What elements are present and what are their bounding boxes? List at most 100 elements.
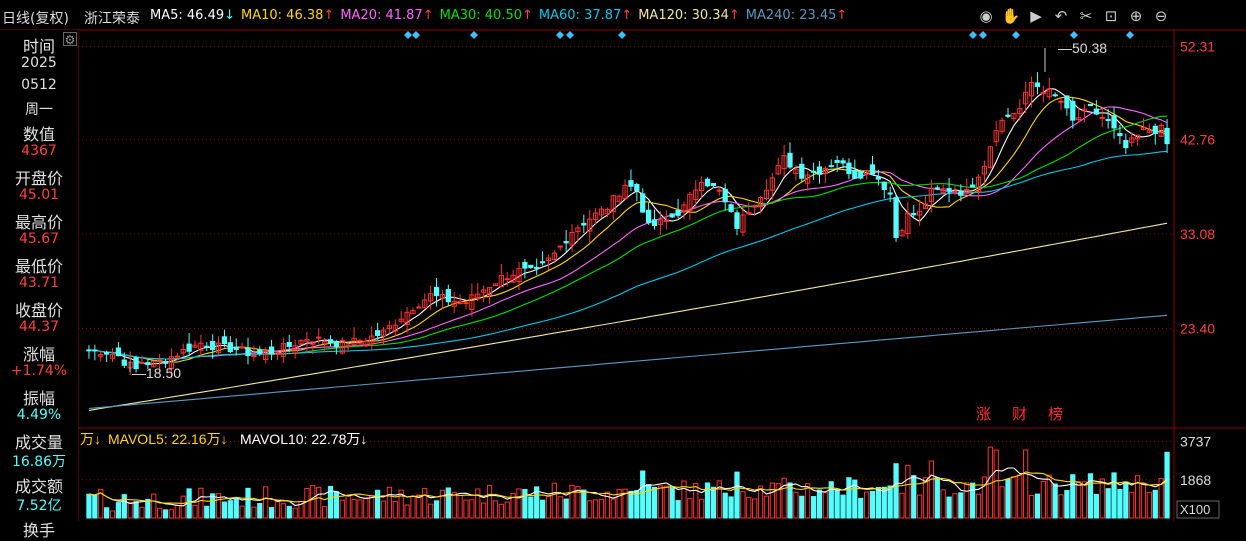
candle[interactable]: [221, 329, 228, 348]
candle[interactable]: [410, 307, 416, 315]
volume-bar[interactable]: [828, 481, 834, 519]
candle[interactable]: [1005, 107, 1011, 118]
volume-bar[interactable]: [592, 499, 599, 519]
candle[interactable]: [822, 166, 828, 184]
volume-bar[interactable]: [345, 494, 351, 519]
volume-bar[interactable]: [669, 487, 675, 519]
volume-bar[interactable]: [439, 489, 446, 519]
volume-bar[interactable]: [374, 489, 381, 519]
candle[interactable]: [392, 319, 398, 337]
signal-diamond-icon[interactable]: [1070, 31, 1078, 39]
volume-bar[interactable]: [162, 509, 169, 519]
candle[interactable]: [416, 303, 422, 309]
candle[interactable]: [363, 337, 369, 348]
volume-bar[interactable]: [734, 471, 740, 519]
volume-bar[interactable]: [999, 486, 1005, 519]
volume-bar[interactable]: [881, 486, 887, 519]
volume-bar[interactable]: [192, 504, 198, 519]
volume-bar[interactable]: [392, 501, 398, 519]
candle[interactable]: [587, 209, 593, 243]
candle[interactable]: [534, 258, 540, 275]
candle[interactable]: [239, 342, 245, 349]
candle[interactable]: [327, 335, 334, 347]
volume-bar[interactable]: [787, 482, 793, 519]
volume-bar[interactable]: [457, 494, 463, 519]
volume-bar[interactable]: [109, 510, 116, 519]
volume-bar[interactable]: [451, 491, 457, 519]
undo-icon[interactable]: ↶: [1051, 6, 1071, 26]
volume-bar[interactable]: [587, 500, 593, 519]
zoom-in-icon[interactable]: ⊕: [1126, 6, 1146, 26]
volume-bar[interactable]: [905, 464, 911, 519]
volume-bar[interactable]: [793, 491, 799, 519]
volume-bar[interactable]: [569, 484, 575, 519]
candle[interactable]: [581, 214, 587, 233]
volume-bar[interactable]: [557, 496, 563, 519]
candle[interactable]: [1076, 107, 1082, 123]
candle[interactable]: [198, 334, 204, 358]
volume-bar[interactable]: [233, 496, 239, 519]
volume-bar[interactable]: [763, 495, 770, 519]
volume-bar[interactable]: [210, 493, 216, 519]
volume-bar[interactable]: [863, 491, 870, 519]
volume-bar[interactable]: [610, 498, 616, 519]
volume-bar[interactable]: [416, 494, 422, 519]
volume-bar[interactable]: [504, 501, 510, 519]
volume-bar[interactable]: [1164, 451, 1170, 519]
candle[interactable]: [740, 203, 746, 237]
candle[interactable]: [86, 345, 92, 359]
volume-bar[interactable]: [86, 493, 92, 519]
volume-bar[interactable]: [816, 489, 823, 519]
candle[interactable]: [887, 186, 893, 202]
candle[interactable]: [810, 162, 817, 180]
volume-bar[interactable]: [286, 505, 292, 519]
candle[interactable]: [699, 176, 705, 199]
volume-bar[interactable]: [657, 485, 664, 519]
volume-bar[interactable]: [357, 499, 363, 519]
volume-bar[interactable]: [369, 494, 375, 519]
zoom-out-icon[interactable]: ⊖: [1151, 6, 1171, 26]
signal-diamond-icon[interactable]: [566, 31, 574, 39]
volume-bar[interactable]: [115, 502, 122, 519]
candle[interactable]: [1017, 99, 1023, 121]
candle[interactable]: [746, 202, 752, 216]
candle[interactable]: [622, 179, 628, 200]
volume-bar[interactable]: [581, 489, 587, 519]
volume-bar[interactable]: [516, 488, 522, 519]
candle[interactable]: [640, 188, 646, 213]
candle[interactable]: [734, 209, 740, 236]
volume-bar[interactable]: [1140, 482, 1147, 519]
candle[interactable]: [522, 258, 528, 279]
volume-bar[interactable]: [952, 493, 958, 519]
volume-bar[interactable]: [121, 494, 127, 519]
signal-diamond-icon[interactable]: [1126, 31, 1134, 39]
volume-bar[interactable]: [893, 463, 899, 519]
candle[interactable]: [869, 155, 876, 176]
candle[interactable]: [616, 194, 622, 203]
chart-period-title[interactable]: 日线(复权): [2, 8, 69, 28]
candle[interactable]: [557, 245, 563, 251]
volume-bar[interactable]: [899, 492, 905, 519]
volume-bar[interactable]: [245, 487, 251, 519]
candle[interactable]: [492, 283, 499, 286]
volume-bar[interactable]: [410, 495, 416, 519]
volume-bar[interactable]: [663, 485, 669, 519]
volume-bar[interactable]: [1129, 491, 1135, 519]
volume-bar[interactable]: [463, 499, 469, 519]
hand-icon[interactable]: ✋: [1001, 6, 1021, 26]
volume-bar[interactable]: [339, 499, 345, 519]
candle[interactable]: [722, 183, 728, 211]
candle[interactable]: [1111, 107, 1117, 139]
candle[interactable]: [398, 311, 404, 324]
candle[interactable]: [481, 285, 487, 303]
volume-bar[interactable]: [151, 493, 157, 519]
candle[interactable]: [298, 339, 304, 346]
candle[interactable]: [693, 180, 699, 209]
candle[interactable]: [651, 209, 658, 230]
candle[interactable]: [115, 342, 122, 357]
volume-bar[interactable]: [934, 477, 940, 519]
volume-bar[interactable]: [1058, 494, 1064, 519]
volume-bar[interactable]: [645, 484, 652, 519]
candle[interactable]: [245, 337, 251, 365]
volume-bar[interactable]: [1099, 478, 1105, 519]
